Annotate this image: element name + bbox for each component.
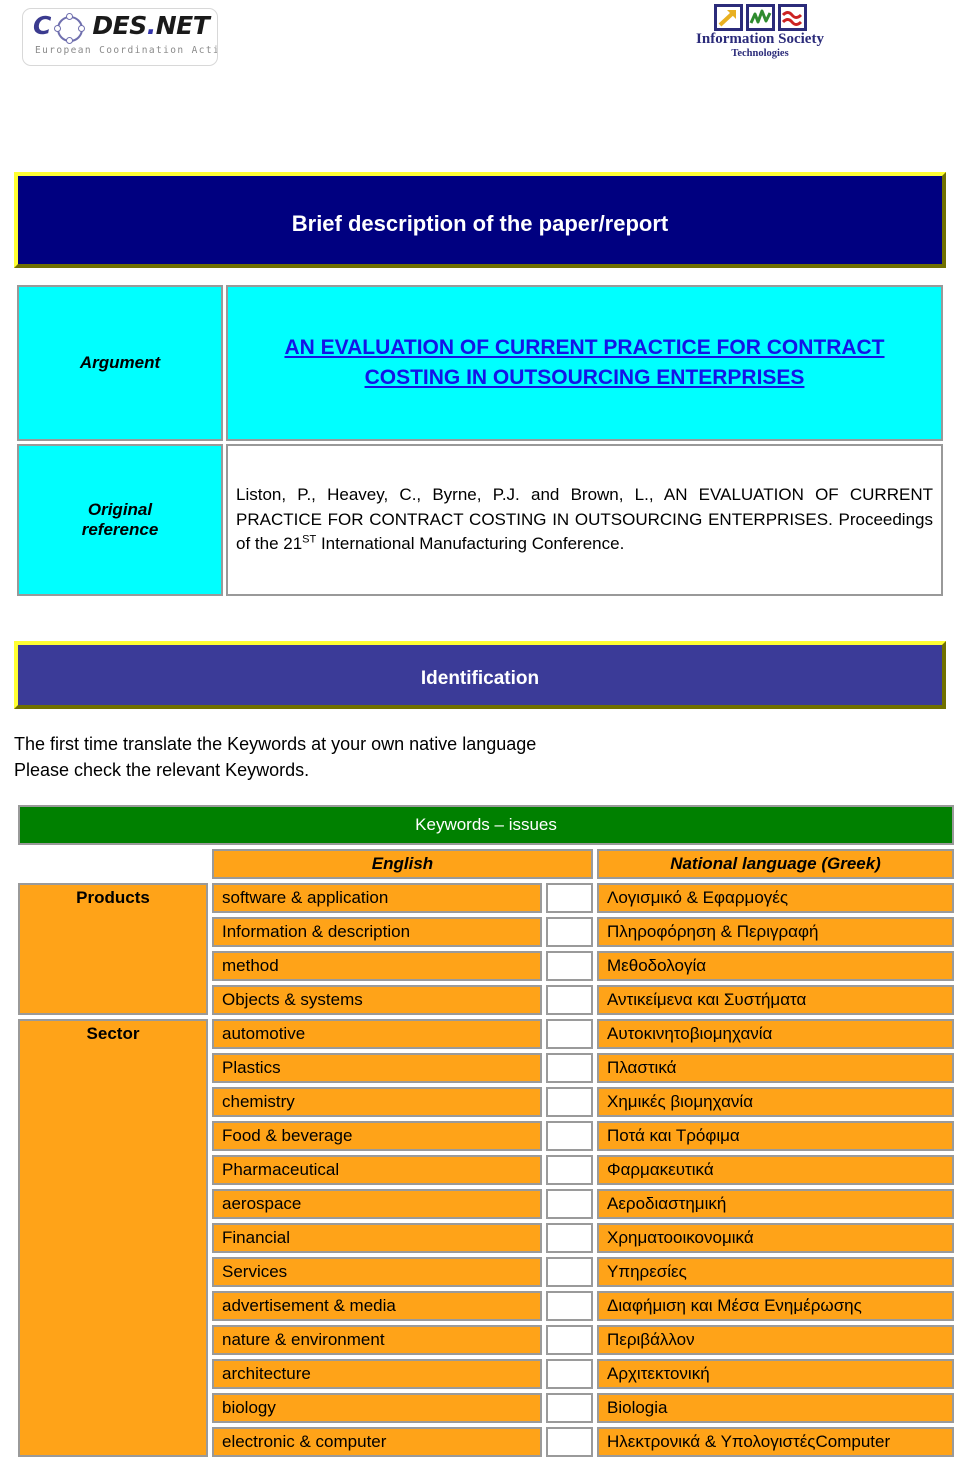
keyword-english-cell: automotive [212,1019,542,1050]
keyword-greek-cell: Biologia [597,1393,955,1424]
reference-superscript: ST [302,533,317,546]
table-row-argument: Argument AN EVALUATION OF CURRENT PRACTI… [17,285,943,441]
ring-of-nodes-icon [54,13,85,44]
original-reference-value-cell: Liston, P., Heavey, C., Byrne, P.J. and … [226,444,943,596]
keyword-checkbox[interactable] [546,1427,593,1458]
zigzag-chart-icon [745,4,775,31]
keyword-checkbox[interactable] [546,1087,593,1118]
table-row-original-reference: Original reference Liston, P., Heavey, C… [17,444,943,596]
instruction-line-1: The first time translate the Keywords at… [14,734,537,754]
keyword-checkbox[interactable] [546,1393,593,1424]
keywords-header-row: Keywords – issues [18,805,955,846]
keyword-english-cell: electronic & computer [212,1427,542,1458]
document-header: COODES.NET European Coordination Action [0,0,960,86]
keyword-checkbox[interactable] [546,1155,593,1186]
keyword-greek-cell: Υπηρεσίες [597,1257,955,1288]
keyword-group-label: Products [18,883,208,1016]
codes-letters-des: DES [92,11,147,40]
argument-label: Argument [17,285,223,441]
keyword-english-cell: nature & environment [212,1325,542,1356]
original-reference-label-line2: reference [81,520,159,539]
keyword-checkbox[interactable] [546,917,593,948]
keyword-greek-cell: Αντικείμενα και Συστήματα [597,985,955,1016]
arrow-up-right-icon [713,4,743,31]
keyword-greek-cell: Αυτοκινητοβιομηχανία [597,1019,955,1050]
keyword-checkbox[interactable] [546,1359,593,1390]
keyword-greek-cell: Χρηματοοικονομικά [597,1223,955,1254]
keyword-english-cell: Objects & systems [212,985,542,1016]
subheader-spacer [18,849,208,879]
keyword-checkbox[interactable] [546,1257,593,1288]
instruction-line-2: Please check the relevant Keywords. [14,760,310,781]
keyword-checkbox[interactable] [546,985,593,1016]
keyword-english-cell: Information & description [212,917,542,948]
paper-title-link[interactable]: AN EVALUATION OF CURRENT PRACTICE FOR CO… [284,336,884,389]
keyword-english-cell: Plastics [212,1053,542,1084]
keyword-english-cell: method [212,951,542,982]
column-header-english: English [212,849,593,880]
keyword-checkbox[interactable] [546,1019,593,1050]
codes-net-tagline: European Coordination Action [35,45,218,56]
keyword-checkbox[interactable] [546,1325,593,1356]
information-society-technologies-logo: Information Society Technologies [686,4,834,59]
keywords-table: Keywords – issues English National langu… [14,801,958,1461]
keyword-greek-cell: Πλαστικά [597,1053,955,1084]
keyword-english-cell: Financial [212,1223,542,1254]
keyword-greek-cell: Χημικές βιομηχανία [597,1087,955,1118]
keyword-english-cell: software & application [212,883,542,914]
ist-icon-squares [686,4,834,31]
keyword-greek-cell: Ηλεκτρονικά & ΥπολογιστέςComputer [597,1427,955,1458]
page-title-banner: Brief description of the paper/report [14,172,946,268]
keyword-english-cell: chemistry [212,1087,542,1118]
table-row: Sector automotive Αυτοκινητοβιομηχανία [18,1019,955,1458]
keyword-greek-cell: Φαρμακευτικά [597,1155,955,1186]
original-reference-label-line1: Original [87,500,153,519]
keyword-english-cell: Pharmaceutical [212,1155,542,1186]
ist-logo-title: Information Society [696,31,824,47]
reference-text-after-sup: International Manufacturing Conference. [316,534,625,554]
codes-letters-net: NET [155,11,210,40]
wave-lines-icon [777,4,807,31]
keyword-checkbox[interactable] [546,1053,593,1084]
keyword-checkbox[interactable] [546,951,593,982]
codes-net-logo: COODES.NET European Coordination Action [22,8,218,66]
keyword-english-cell: architecture [212,1359,542,1390]
keyword-english-cell: advertisement & media [212,1291,542,1322]
keywords-header-cell: Keywords – issues [18,805,955,846]
keyword-checkbox[interactable] [546,1189,593,1220]
keyword-greek-cell: Πληροφόρηση & Περιγραφή [597,917,955,948]
identification-banner: Identification [14,641,946,709]
keyword-group-label: Sector [18,1019,208,1458]
keyword-greek-cell: Αρχιτεκτονική [597,1359,955,1390]
argument-value-cell: AN EVALUATION OF CURRENT PRACTICE FOR CO… [226,285,943,441]
keyword-checkbox[interactable] [546,1291,593,1322]
keyword-greek-cell: Αεροδιαστημική [597,1189,955,1220]
keyword-checkbox[interactable] [546,1223,593,1254]
keyword-greek-cell: Περιβάλλον [597,1325,955,1356]
keyword-english-cell: biology [212,1393,542,1424]
keyword-checkbox[interactable] [546,883,593,914]
original-reference-label: Original reference [17,444,223,596]
keyword-greek-cell: Μεθοδολογία [597,951,955,982]
keyword-checkbox[interactable] [546,1121,593,1152]
keyword-greek-cell: Διαφήμιση και Μέσα Ενημέρωσης [597,1291,955,1322]
column-header-national-language: National language (Greek) [597,849,955,880]
codes-dot: . [146,11,157,40]
table-row: Products software & application Λογισμικό … [18,883,955,1016]
keywords-subheader-row: English National language (Greek) [18,849,955,880]
paper-info-table: Argument AN EVALUATION OF CURRENT PRACTI… [14,282,946,599]
ist-logo-subtitle: Technologies [731,47,789,59]
codes-letter-c: C [33,11,51,40]
instructions-block: The first time translate the Keywords at… [14,731,946,783]
keyword-english-cell: Food & beverage [212,1121,542,1152]
keyword-greek-cell: Λογισμικό & Εφαρμογές [597,883,955,914]
keyword-english-cell: Services [212,1257,542,1288]
keyword-english-cell: aerospace [212,1189,542,1220]
keyword-greek-cell: Ποτά και Τρόφιμα [597,1121,955,1152]
